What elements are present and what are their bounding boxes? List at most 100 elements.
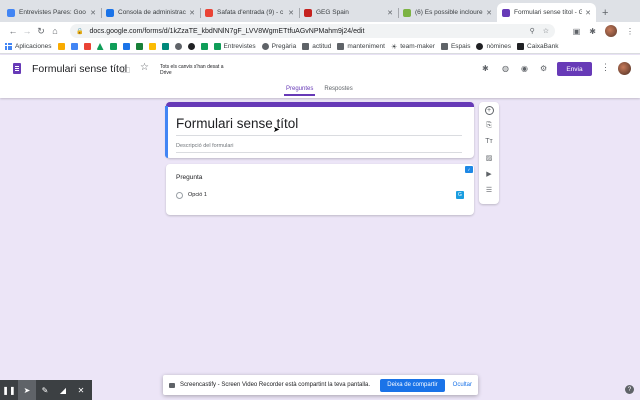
bookmark-docs[interactable]	[70, 43, 78, 50]
doc-title[interactable]: Formulari sense títol	[32, 63, 127, 75]
pointer-icon[interactable]: ➤	[18, 380, 36, 400]
lock-icon: 🔒	[76, 28, 84, 35]
palette-icon[interactable]: ◍	[502, 64, 509, 73]
add-title-icon[interactable]: Tт	[483, 136, 495, 147]
close-tab-icon[interactable]: ✕	[387, 9, 393, 17]
tab-title: Safata d'entrada (9) - c	[217, 9, 284, 16]
bookmark-sites[interactable]	[135, 43, 143, 50]
tab-favicon-icon	[403, 8, 411, 17]
more-options-icon[interactable]: ⋮	[601, 62, 610, 73]
bookmark-entrevistes[interactable]: Entrevistes	[213, 43, 256, 50]
gmail-favicon-icon	[205, 8, 213, 17]
share-message: Screencastify - Screen Video Recorder es…	[180, 382, 370, 388]
bookmark-shield[interactable]	[174, 43, 182, 50]
browser-tab-possible[interactable]: (6) Es possible incloure ✕	[398, 3, 497, 22]
forms-favicon-icon	[502, 8, 510, 17]
github-icon	[187, 43, 195, 50]
home-icon[interactable]: ⌂	[48, 26, 62, 36]
tab-title: (6) Es possible incloure	[415, 9, 483, 16]
eraser-icon[interactable]: ◢	[54, 380, 72, 400]
grammarly-badge-icon[interactable]: ✓	[465, 166, 473, 173]
addons-puzzle-icon[interactable]: ✱	[482, 64, 489, 73]
close-tab-icon[interactable]: ✕	[90, 9, 96, 17]
browser-toolbar: ← → ↻ ⌂ 🔒 docs.google.com/forms/d/1kZzaT…	[0, 22, 640, 40]
tab-title: Formulari sense títol - G	[514, 9, 583, 16]
help-icon[interactable]: ?	[625, 385, 634, 394]
gmail-icon	[83, 43, 91, 50]
option-text[interactable]: Opció 1	[188, 192, 207, 198]
profile-avatar[interactable]	[605, 25, 617, 37]
browser-tab-gmail[interactable]: Safata d'entrada (9) - c ✕	[200, 3, 299, 22]
bookmark-espais[interactable]: Espais	[440, 43, 470, 50]
bookmark-aplicaciones[interactable]: Aplicaciones	[5, 43, 52, 50]
forward-icon[interactable]: →	[20, 26, 34, 36]
new-tab-button[interactable]: +	[602, 7, 608, 19]
screencastify-toolbar: ❚❚ ➤ ✎ ◢ ✕	[0, 380, 92, 400]
close-tab-icon[interactable]: ✕	[585, 9, 591, 17]
star-icon[interactable]: ☆	[140, 62, 149, 73]
bookmark-label: nòmines	[486, 43, 512, 50]
back-icon[interactable]: ←	[6, 26, 20, 36]
question-label[interactable]: Pregunta	[176, 174, 202, 181]
account-avatar[interactable]	[618, 62, 631, 75]
pen-icon[interactable]: ✎	[36, 380, 54, 400]
tab-preguntes[interactable]: Preguntes	[284, 86, 316, 96]
bookmark-classroom[interactable]	[109, 43, 117, 50]
add-question-icon[interactable]: +	[484, 106, 494, 115]
bookmark-pregaria[interactable]: Pregària	[261, 43, 297, 50]
preview-eye-icon[interactable]: ◉	[521, 64, 528, 73]
stop-sharing-button[interactable]: Deixa de compartir	[380, 378, 445, 392]
bookmark-sheets[interactable]	[200, 43, 208, 50]
shield-icon	[174, 43, 182, 50]
import-questions-icon[interactable]: ⎘	[483, 120, 495, 131]
bookmark-meet[interactable]	[161, 43, 169, 50]
bookmark-caixabank[interactable]: CaixaBank	[517, 43, 558, 50]
bookmark-drive[interactable]	[96, 43, 104, 50]
bookmark-nomines[interactable]: nòmines	[476, 43, 511, 50]
add-image-icon[interactable]: ▨	[483, 152, 495, 163]
browser-tab-entrevistes[interactable]: Entrevistes Pares: Goo ✕	[2, 3, 101, 22]
grammarly-badge-icon[interactable]: G	[456, 191, 464, 199]
question-card[interactable]: Pregunta Opció 1 ✓ G	[166, 164, 474, 215]
add-video-icon[interactable]: ▶	[483, 168, 495, 179]
reload-icon[interactable]: ↻	[34, 26, 48, 37]
browser-tab-formulari[interactable]: Formulari sense títol - G ✕	[497, 3, 596, 22]
tab-respostes[interactable]: Respostes	[324, 86, 352, 96]
pause-icon[interactable]: ❚❚	[0, 380, 18, 400]
form-description-input[interactable]: Descripció del formulari	[176, 143, 462, 153]
close-tab-icon[interactable]: ✕	[288, 9, 294, 17]
close-tab-icon[interactable]: ✕	[189, 9, 195, 17]
bookmark-label: Aplicaciones	[15, 43, 52, 50]
keep-icon	[148, 43, 156, 50]
bookmark-label: Pregària	[271, 43, 297, 50]
extension-icon[interactable]: ▣	[573, 27, 581, 36]
close-tab-icon[interactable]: ✕	[486, 9, 492, 17]
bookmark-actitud[interactable]: actitud	[302, 43, 331, 50]
browser-tab-consola[interactable]: Consola de administraci ✕	[101, 3, 200, 22]
address-bar[interactable]: 🔒 docs.google.com/forms/d/1kZzaTE_kbdNNl…	[70, 24, 555, 38]
bookmark-calendar[interactable]	[122, 43, 130, 50]
bookmark-team-maker[interactable]: ☀ team-maker	[391, 43, 435, 51]
extensions-puzzle-icon[interactable]: ✱	[589, 27, 596, 36]
form-title-input[interactable]: Formulari sense títol	[176, 116, 462, 136]
settings-gear-icon[interactable]: ⚙	[540, 64, 547, 73]
browser-menu-icon[interactable]: ⋮	[626, 27, 634, 36]
form-title-card[interactable]: Formulari sense títol Descripció del for…	[165, 102, 474, 158]
bookmark-star-icon[interactable]: ☆	[543, 27, 549, 35]
browser-tab-geg[interactable]: GEG Spain ✕	[299, 3, 398, 22]
search-icon[interactable]: ⚲	[530, 27, 535, 35]
sheets-icon	[213, 43, 221, 50]
move-to-folder-icon[interactable]: 🗀	[121, 63, 130, 79]
send-button[interactable]: Envia	[557, 62, 592, 76]
hide-banner-link[interactable]: Ocultar	[453, 382, 472, 388]
close-icon[interactable]: ✕	[72, 380, 90, 400]
bookmark-github[interactable]	[187, 43, 195, 50]
google-forms-logo-icon[interactable]	[13, 63, 21, 74]
bookmark-gmail[interactable]	[83, 43, 91, 50]
add-section-icon[interactable]: ☰	[483, 184, 495, 195]
url-text[interactable]: docs.google.com/forms/d/1kZzaTE_kbdNNlN7…	[89, 28, 529, 35]
bookmark-keep[interactable]	[148, 43, 156, 50]
bookmark-manteniment[interactable]: manteniment	[337, 43, 385, 50]
bookmark-folder[interactable]	[57, 43, 65, 50]
caixabank-icon	[517, 43, 525, 50]
